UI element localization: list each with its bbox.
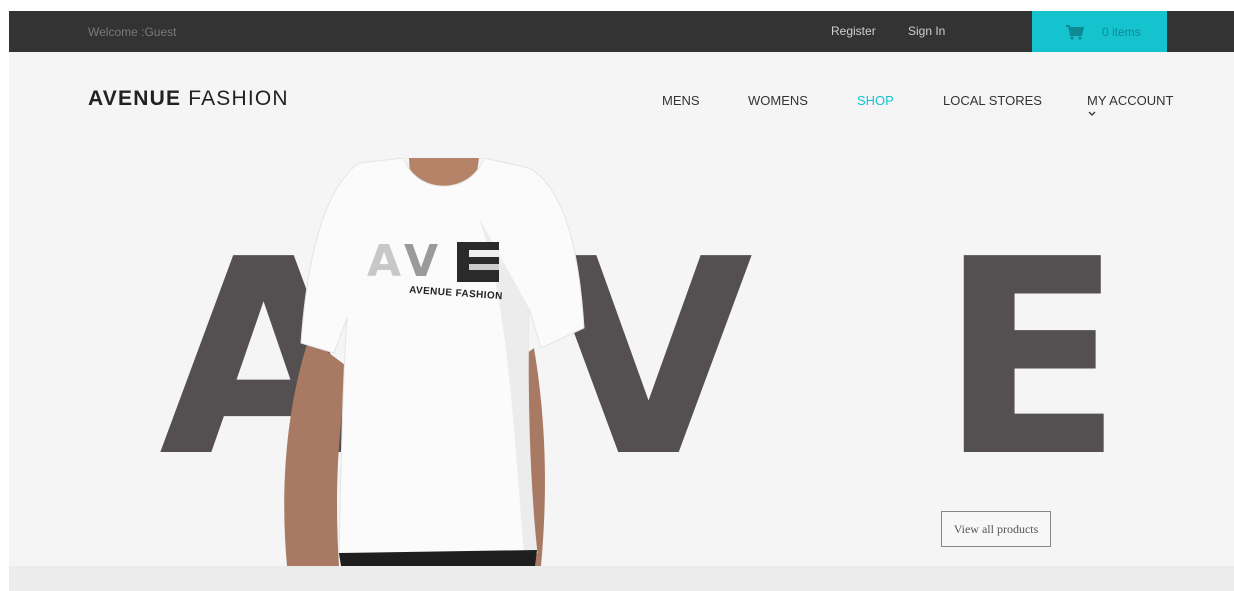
welcome-text: Welcome :Guest (88, 25, 177, 39)
top-bar: Welcome :Guest Register Sign In 0 items (9, 11, 1234, 52)
hero-letter-e: E (939, 201, 1124, 516)
nav-womens[interactable]: WOMENS (748, 93, 808, 108)
nav-local-stores[interactable]: LOCAL STORES (943, 93, 1042, 108)
page-frame: Welcome :Guest Register Sign In 0 items … (9, 11, 1234, 591)
model-tshirt-image: A V (284, 158, 585, 566)
chevron-down-icon[interactable] (1087, 110, 1097, 118)
svg-text:V: V (404, 236, 438, 287)
nav-shop[interactable]: SHOP (857, 93, 894, 108)
view-all-products-button[interactable]: View all products (941, 511, 1051, 547)
cart-count: 0 items (1102, 25, 1141, 39)
shopping-cart-icon (1066, 25, 1084, 40)
section-divider (9, 566, 1234, 591)
cart-button[interactable]: 0 items (1032, 11, 1167, 52)
sign-in-link[interactable]: Sign In (908, 24, 945, 38)
logo-bold: AVENUE (88, 87, 182, 110)
nav-mens[interactable]: MENS (662, 93, 700, 108)
logo-light: FASHION (188, 87, 289, 110)
register-link[interactable]: Register (831, 24, 876, 38)
site-logo[interactable]: AVENUE FASHION (88, 87, 289, 111)
svg-text:A: A (367, 236, 401, 287)
hero-banner: A V E A V AVENUE FASHION View all produc… (9, 158, 1234, 566)
nav-my-account[interactable]: MY ACCOUNT (1087, 93, 1173, 108)
